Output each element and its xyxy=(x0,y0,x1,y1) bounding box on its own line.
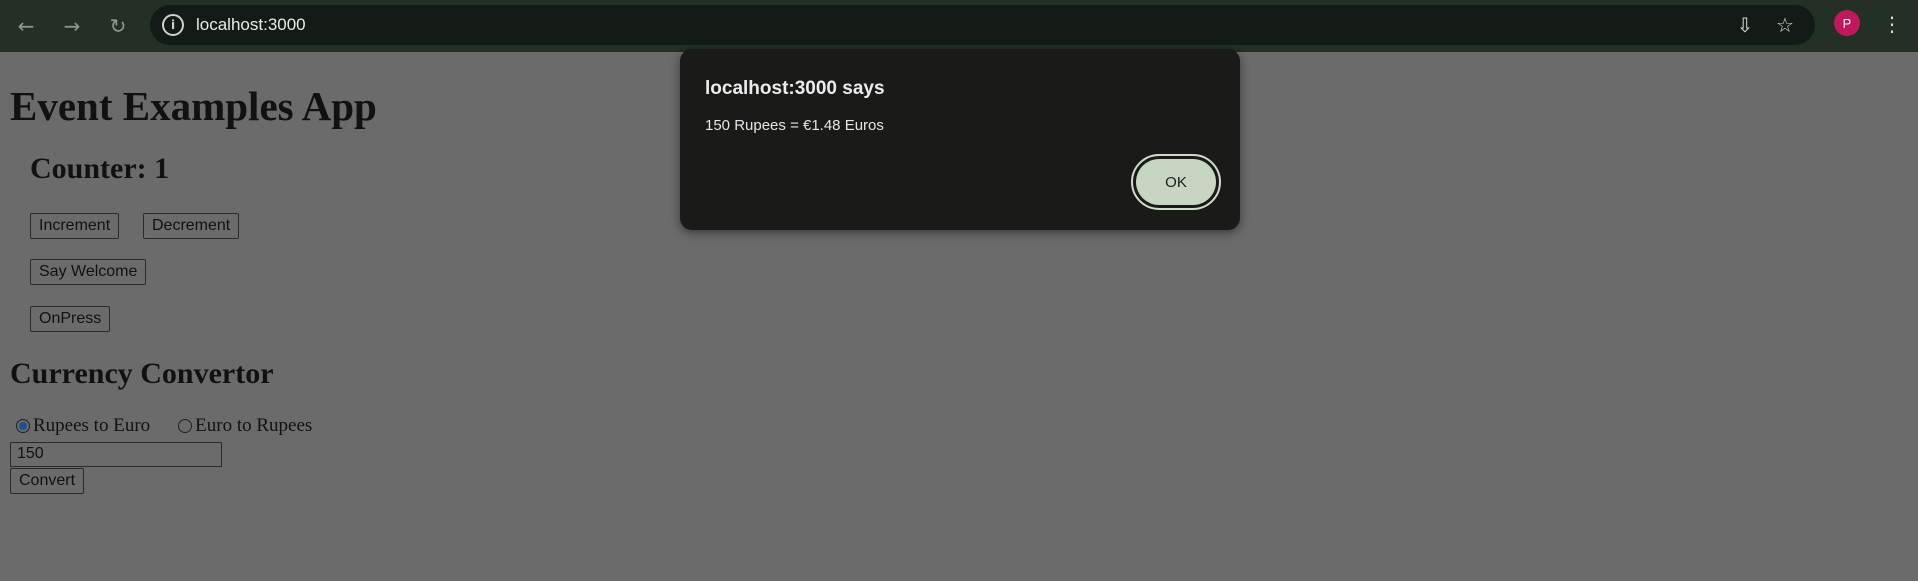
profile-avatar[interactable]: P xyxy=(1834,10,1860,36)
reload-icon[interactable]: ↻ xyxy=(100,8,136,44)
counter-heading: Counter: 1 xyxy=(30,152,170,185)
bookmark-star-icon[interactable]: ☆ xyxy=(1772,12,1798,38)
page-title: Event Examples App xyxy=(10,83,377,129)
back-icon[interactable]: ← xyxy=(8,8,44,44)
site-info-icon[interactable]: i xyxy=(162,14,184,36)
radio-rupees-to-euro[interactable] xyxy=(16,419,30,433)
say-welcome-button[interactable]: Say Welcome xyxy=(30,259,147,285)
address-bar-url[interactable]: localhost:3000 xyxy=(196,15,306,35)
browser-toolbar: ← → ↻ i localhost:3000 ⇩ ☆ P ⋮ xyxy=(0,0,1918,52)
conversion-options: Rupees to Euro Euro to Rupees xyxy=(16,415,312,437)
install-app-icon[interactable]: ⇩ xyxy=(1732,12,1758,38)
radio-rupees-to-euro-label: Rupees to Euro xyxy=(33,415,151,436)
radio-euro-to-rupees[interactable] xyxy=(178,419,193,433)
dialog-title: localhost:3000 says xyxy=(705,78,885,99)
address-bar[interactable]: i localhost:3000 ⇩ ☆ xyxy=(150,5,1815,45)
ok-button-label: OK xyxy=(1136,159,1216,205)
alert-dialog: localhost:3000 says 150 Rupees = €1.48 E… xyxy=(680,49,1240,230)
ok-button[interactable]: OK xyxy=(1131,154,1221,210)
forward-icon[interactable]: → xyxy=(54,8,90,44)
radio-euro-to-rupees-label: Euro to Rupees xyxy=(195,415,313,436)
onpress-button[interactable]: OnPress xyxy=(30,306,111,332)
increment-button[interactable]: Increment xyxy=(30,213,120,239)
dialog-message: 150 Rupees = €1.48 Euros xyxy=(705,117,884,134)
convert-button[interactable]: Convert xyxy=(10,468,85,494)
amount-input[interactable]: 150 xyxy=(10,442,222,467)
currency-heading: Currency Convertor xyxy=(10,357,274,390)
browser-menu-icon[interactable]: ⋮ xyxy=(1882,9,1902,39)
decrement-button[interactable]: Decrement xyxy=(143,213,240,239)
